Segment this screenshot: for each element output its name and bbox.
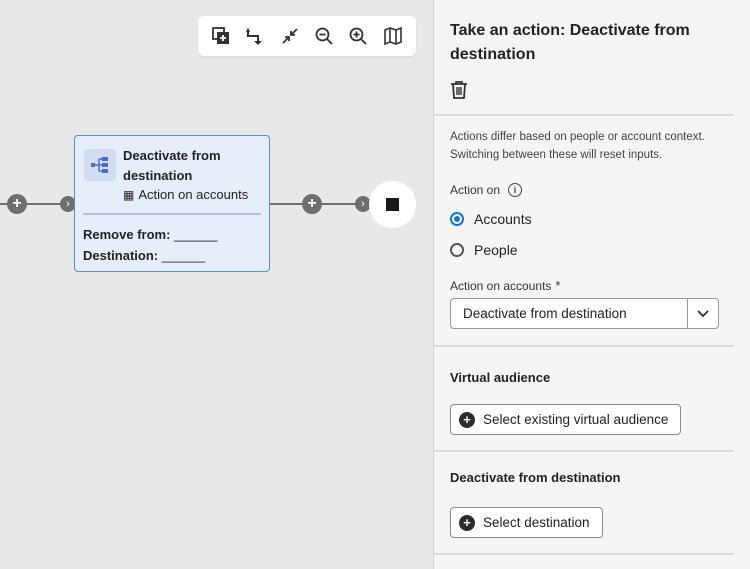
node-remove-from: Remove from: ______ xyxy=(83,227,217,242)
remove-from-value: ______ xyxy=(174,227,218,242)
map-button[interactable] xyxy=(379,22,407,50)
add-circle-icon: + xyxy=(459,514,475,531)
required-marker: * xyxy=(555,278,561,293)
collapse-icon xyxy=(282,28,298,44)
section-divider xyxy=(434,553,734,555)
action-select[interactable]: Deactivate from destination xyxy=(450,298,719,329)
map-icon xyxy=(383,26,402,46)
plus-icon: + xyxy=(12,195,22,212)
node-type-icon xyxy=(84,149,116,181)
node-title: Deactivate from destination xyxy=(123,148,221,183)
destination-label: Destination: xyxy=(83,248,159,263)
end-node[interactable] xyxy=(369,181,416,228)
node-subtitle-text: Action on accounts xyxy=(138,187,249,202)
action-node[interactable]: Deactivate from destination ▦ Action on … xyxy=(74,135,270,272)
trash-icon xyxy=(451,81,467,99)
properties-panel: Take an action: Deactivate from destinat… xyxy=(433,0,750,569)
chevron-right-icon: › xyxy=(66,197,70,210)
radio-people-label: People xyxy=(474,242,518,258)
undo-icon xyxy=(246,28,263,45)
remove-from-label: Remove from: xyxy=(83,227,171,242)
action-select-value: Deactivate from destination xyxy=(463,306,627,321)
help-text: Actions differ based on people or accoun… xyxy=(450,131,705,161)
virtual-audience-title: Virtual audience xyxy=(450,370,551,385)
destination-value: ______ xyxy=(161,248,206,263)
select-destination-label: Select destination xyxy=(483,515,590,530)
section-divider xyxy=(434,345,734,347)
zoom-out-icon xyxy=(315,27,333,45)
section-divider xyxy=(434,114,734,116)
action-on-accounts-label-text: Action on accounts xyxy=(450,278,552,293)
panel-title: Take an action: Deactivate from destinat… xyxy=(450,22,690,63)
building-icon: ▦ xyxy=(123,187,135,202)
radio-accounts-label: Accounts xyxy=(474,211,532,227)
info-icon[interactable]: i xyxy=(508,183,523,197)
zoom-out-button[interactable] xyxy=(310,22,338,50)
select-destination-button[interactable]: + Select destination xyxy=(450,507,603,538)
section-divider xyxy=(434,450,734,452)
radio-people[interactable]: People xyxy=(450,242,518,258)
zoom-in-icon xyxy=(350,27,368,45)
hierarchy-icon xyxy=(91,157,108,173)
add-circle-icon: + xyxy=(459,411,475,428)
action-on-label: Action on i xyxy=(450,183,523,197)
node-divider xyxy=(83,213,261,215)
radio-button-selected[interactable] xyxy=(450,212,464,226)
canvas-toolbar xyxy=(198,16,416,56)
dropdown-toggle[interactable] xyxy=(687,299,718,328)
chevron-right-icon: › xyxy=(361,197,365,210)
undo-button[interactable] xyxy=(241,22,269,50)
journey-canvas[interactable]: + › + › Deactivate from destination ▦ Ac… xyxy=(0,0,433,569)
add-step-button-left[interactable]: + xyxy=(7,194,27,214)
deactivate-section-title: Deactivate from destination xyxy=(450,470,621,485)
chevron-down-icon xyxy=(697,309,709,317)
radio-accounts[interactable]: Accounts xyxy=(450,211,532,227)
node-destination: Destination: ______ xyxy=(83,248,205,263)
radio-button[interactable] xyxy=(450,243,464,257)
collapse-button[interactable] xyxy=(276,22,304,50)
duplicate-button[interactable] xyxy=(207,22,235,50)
action-on-accounts-label: Action on accounts * xyxy=(450,278,560,293)
stop-icon xyxy=(386,198,399,211)
zoom-in-button[interactable] xyxy=(344,22,372,50)
delete-button[interactable] xyxy=(450,80,468,100)
node-subtitle: ▦ Action on accounts xyxy=(123,187,248,202)
action-on-label-text: Action on xyxy=(450,183,501,197)
select-virtual-audience-button[interactable]: + Select existing virtual audience xyxy=(450,404,682,435)
select-virtual-audience-label: Select existing virtual audience xyxy=(483,412,669,427)
plus-icon: + xyxy=(307,195,317,212)
add-step-button-right[interactable]: + xyxy=(302,194,322,214)
duplicate-icon xyxy=(212,27,230,44)
